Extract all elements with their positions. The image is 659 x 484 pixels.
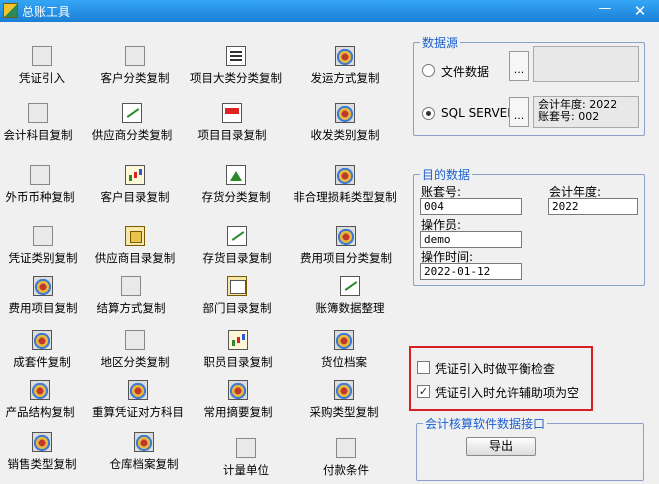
chart-pie-icon — [32, 432, 52, 452]
tool-project-category-copy[interactable]: 项目大类分类复制 — [176, 46, 296, 98]
sql-server-radio[interactable] — [422, 107, 435, 120]
data-source-legend: 数据源 — [422, 36, 459, 50]
allow-aux-empty-checkbox[interactable]: ✓ — [417, 385, 430, 398]
file-data-radio[interactable] — [422, 64, 435, 77]
blank-doc-icon — [336, 438, 356, 458]
source-account-set: 账套号: 002 — [538, 110, 600, 123]
bar-chart-icon — [228, 330, 248, 350]
edit-doc-icon — [340, 276, 360, 296]
chart-pie-icon — [228, 380, 248, 400]
tool-expense-item-category-copy[interactable]: 费用项目分类复制 — [286, 226, 406, 278]
blank-doc-icon — [125, 330, 145, 350]
blank-doc-icon — [236, 438, 256, 458]
sql-server-label: SQL SERVER — [441, 106, 516, 120]
tool-project-list-copy[interactable]: 项目目录复制 — [172, 103, 292, 155]
tool-ledger-data-organize[interactable]: 账簿数据整理 — [290, 276, 410, 328]
target-fiscal-year-field[interactable]: 2022 — [548, 198, 638, 215]
sql-browse-button[interactable]: ... — [509, 97, 529, 127]
chart-pie-icon — [335, 165, 355, 185]
chart-pie-icon — [128, 380, 148, 400]
package-icon — [125, 226, 145, 246]
chart-pie-icon — [335, 103, 355, 123]
blank-doc-icon — [28, 103, 48, 123]
edit-doc-icon — [227, 226, 247, 246]
balance-check-checkbox[interactable] — [417, 361, 430, 374]
blank-doc-icon — [125, 46, 145, 66]
tool-shipping-method-copy[interactable]: 发运方式复制 — [285, 46, 405, 98]
tool-settlement-method-copy[interactable]: 结算方式复制 — [71, 276, 191, 328]
tool-inventory-category-copy[interactable]: 存货分类复制 — [176, 165, 296, 217]
tool-unreasonable-loss-type-copy[interactable]: 非合理损耗类型复制 — [285, 165, 405, 217]
operator-field[interactable]: demo — [420, 231, 522, 248]
chart-pie-icon — [334, 330, 354, 350]
chart-pie-icon — [336, 226, 356, 246]
tool-region-category-copy[interactable]: 地区分类复制 — [75, 330, 195, 382]
export-button[interactable]: 导出 — [466, 437, 536, 456]
close-button[interactable]: ✕ — [624, 2, 656, 20]
file-data-label: 文件数据 — [441, 65, 490, 79]
tool-employee-list-copy[interactable]: 职员目录复制 — [178, 330, 298, 382]
title-bar: 总账工具 — ✕ — [0, 0, 659, 22]
blank-doc-icon — [32, 46, 52, 66]
minimize-button[interactable]: — — [593, 2, 617, 20]
blank-doc-icon — [121, 276, 141, 296]
target-data-legend: 目的数据 — [422, 168, 471, 182]
chart-pie-icon — [33, 276, 53, 296]
options-highlight-frame — [409, 346, 593, 411]
blank-doc-icon — [33, 226, 53, 246]
target-account-set-field[interactable]: 004 — [420, 198, 522, 215]
balance-check-label: 凭证引入时做平衡检查 — [435, 362, 556, 376]
bar-chart-icon — [125, 165, 145, 185]
tool-payment-terms[interactable]: 付款条件 — [286, 438, 406, 484]
tool-receipt-dispatch-type-copy[interactable]: 收发类别复制 — [285, 103, 405, 155]
tool-inventory-list-copy[interactable]: 存货目录复制 — [177, 226, 297, 278]
triangle-doc-icon — [226, 165, 246, 185]
chart-pie-icon — [134, 432, 154, 452]
edit-doc-icon — [122, 103, 142, 123]
file-browse-button[interactable]: ... — [509, 51, 529, 81]
tool-common-summary-copy[interactable]: 常用摘要复制 — [178, 380, 298, 432]
chart-pie-icon — [32, 330, 52, 350]
interface-legend: 会计核算软件数据接口 — [425, 417, 546, 431]
operation-time-field[interactable]: 2022-01-12 — [420, 263, 522, 280]
red-doc-icon — [222, 103, 242, 123]
chart-pie-icon — [30, 380, 50, 400]
sql-info-box: 会计年度: 2022 账套号: 002 — [533, 96, 639, 128]
tool-purchase-type-copy[interactable]: 采购类型复制 — [284, 380, 404, 432]
app-icon — [3, 3, 18, 18]
chart-pie-icon — [334, 380, 354, 400]
chart-pie-icon — [335, 46, 355, 66]
document-icon — [226, 46, 246, 66]
folder-icon — [227, 276, 247, 296]
tool-location-archive[interactable]: 货位档案 — [284, 330, 404, 382]
window-title: 总账工具 — [22, 5, 71, 19]
tool-department-list-copy[interactable]: 部门目录复制 — [177, 276, 297, 328]
blank-doc-icon — [30, 165, 50, 185]
file-info-box — [533, 46, 639, 82]
allow-aux-empty-label: 凭证引入时允许辅助项为空 — [435, 386, 580, 400]
